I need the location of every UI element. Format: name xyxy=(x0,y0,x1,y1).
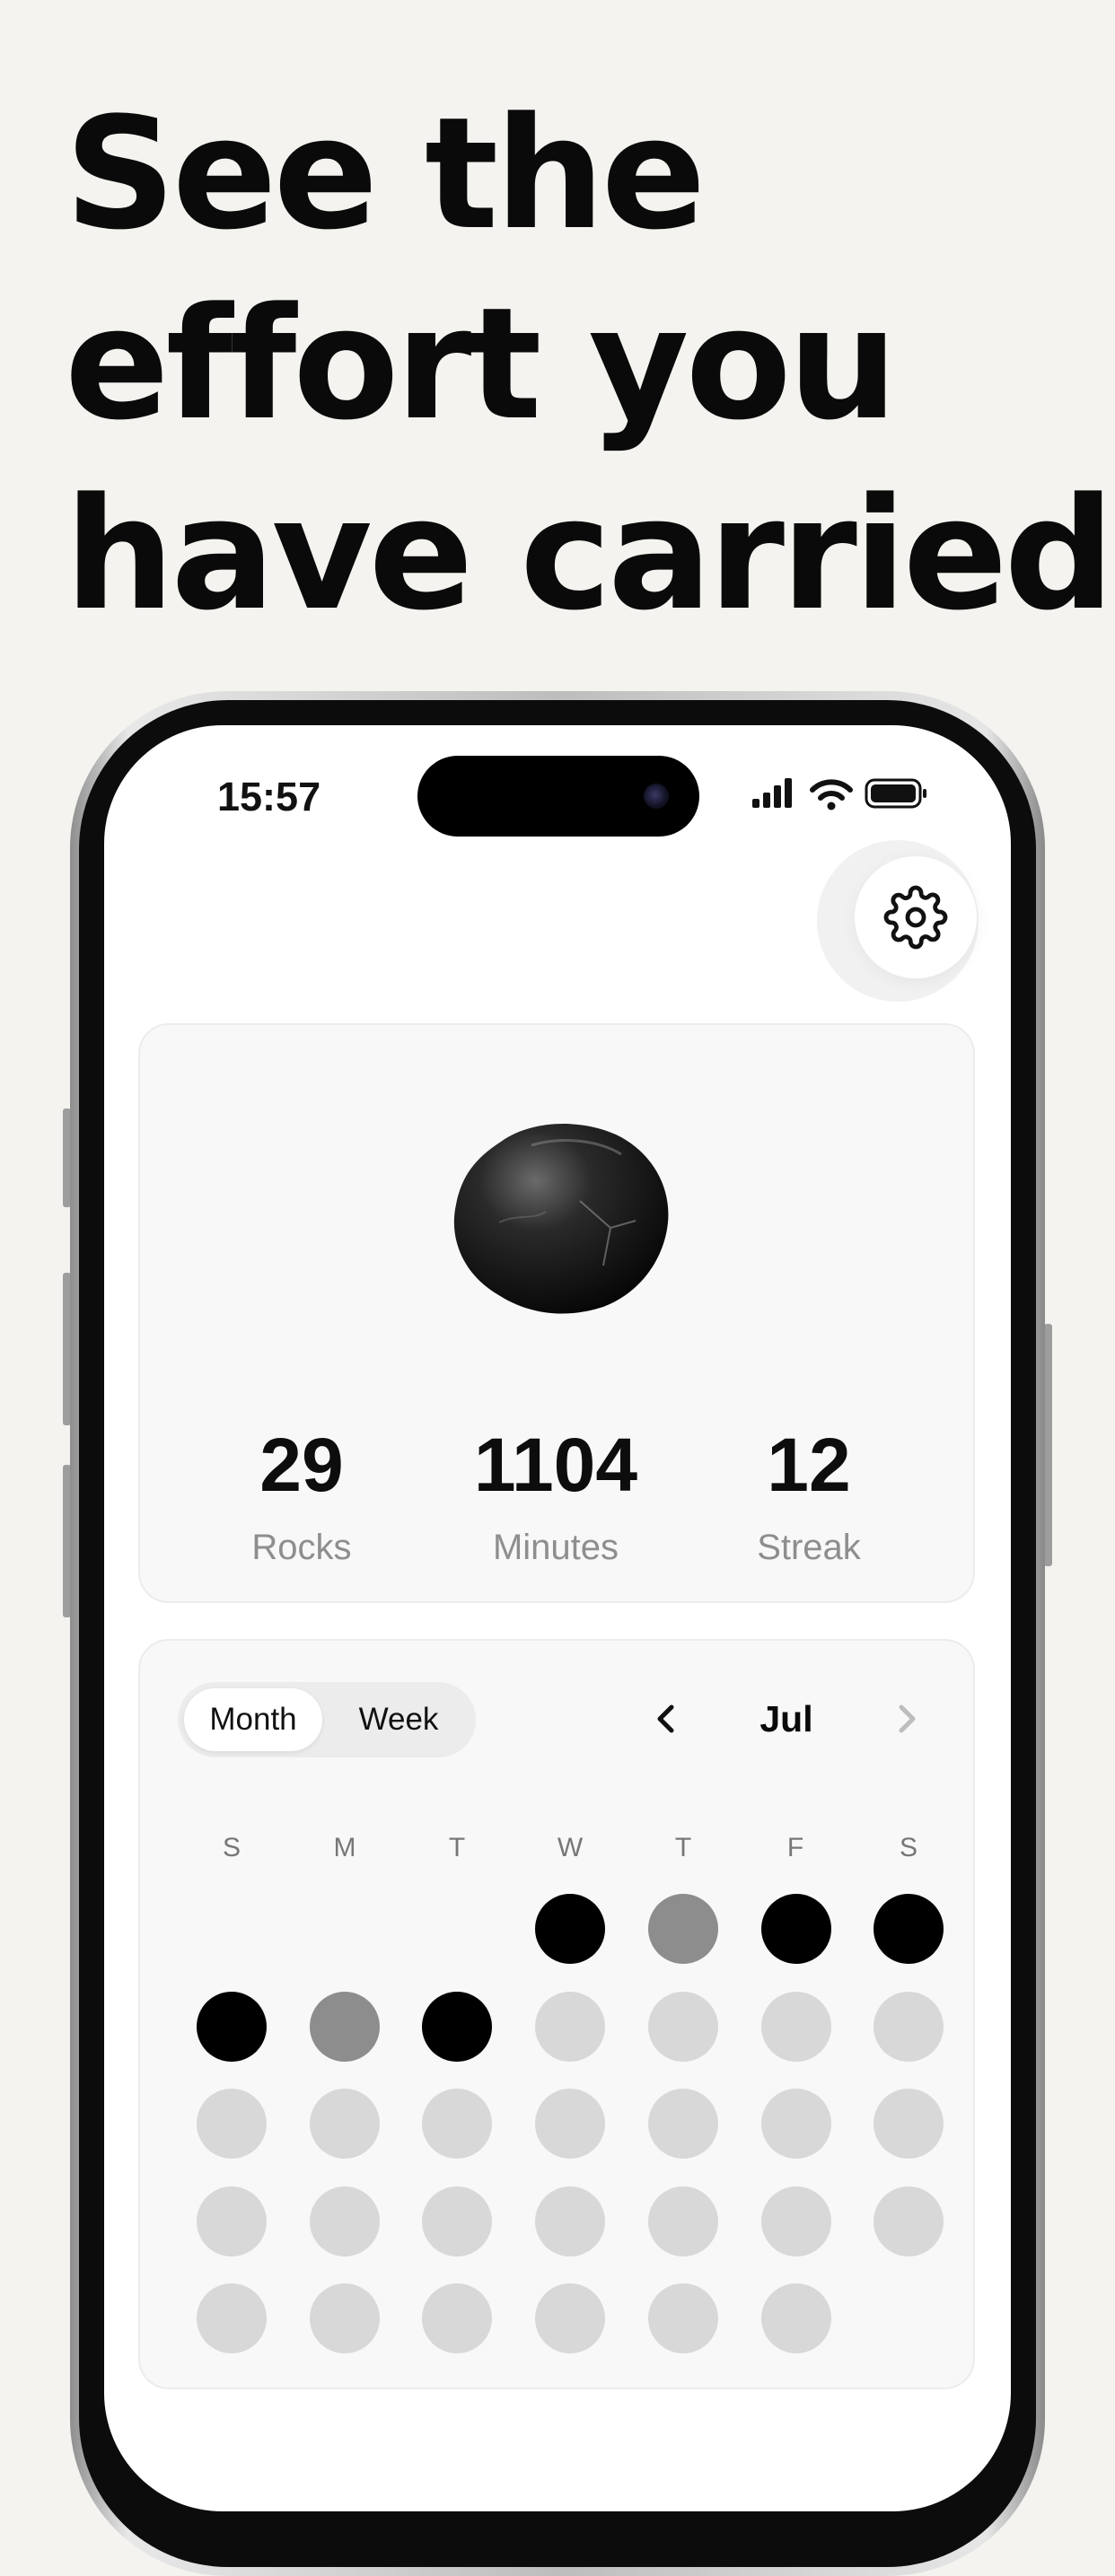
calendar-day-27[interactable] xyxy=(310,2283,380,2353)
view-toggle: Month Week xyxy=(178,1682,476,1757)
calendar-day-20[interactable] xyxy=(310,2186,380,2256)
calendar-day-29[interactable] xyxy=(535,2283,605,2353)
calendar-day-6[interactable] xyxy=(310,1992,380,2062)
calendar-day-16[interactable] xyxy=(648,2089,718,2159)
calendar-day-22[interactable] xyxy=(535,2186,605,2256)
headline-line-1: See the xyxy=(65,83,706,264)
calendar-day-17[interactable] xyxy=(761,2089,831,2159)
calendar-day-15[interactable] xyxy=(535,2089,605,2159)
month-label: Jul xyxy=(759,1698,813,1739)
calendar-day-5[interactable] xyxy=(197,1992,267,2062)
calendar-day-9[interactable] xyxy=(648,1992,718,2062)
weekday-tue: T xyxy=(448,1833,466,1862)
calendar-day-23[interactable] xyxy=(648,2186,718,2256)
wifi-icon xyxy=(810,779,853,810)
calendar-day-30[interactable] xyxy=(648,2283,718,2353)
weekday-sun: S xyxy=(222,1833,241,1862)
stat-minutes: 1104 Minutes xyxy=(430,1420,681,1568)
tab-month[interactable]: Month xyxy=(184,1688,322,1751)
dynamic-island xyxy=(417,756,699,837)
calendar-day-13[interactable] xyxy=(310,2089,380,2159)
calendar-day-8[interactable] xyxy=(535,1992,605,2062)
calendar-day-18[interactable] xyxy=(874,2089,944,2159)
rock-icon xyxy=(453,1124,669,1314)
chevron-right-icon[interactable] xyxy=(883,1696,928,1741)
gear-icon xyxy=(883,885,948,950)
weekday-wed: W xyxy=(557,1833,584,1862)
stat-minutes-label: Minutes xyxy=(492,1528,619,1567)
calendar-day-28[interactable] xyxy=(422,2283,492,2353)
stat-streak: 12 Streak xyxy=(683,1420,935,1568)
headline-line-3: have carried. xyxy=(65,464,1115,644)
calendar-day-14[interactable] xyxy=(422,2089,492,2159)
calendar-day-25[interactable] xyxy=(874,2186,944,2256)
stat-streak-value: 12 xyxy=(767,1423,851,1507)
calendar-day-26[interactable] xyxy=(197,2283,267,2353)
calendar-day-10[interactable] xyxy=(761,1992,831,2062)
stats-card: 29 Rocks 1104 Minutes 12 Streak xyxy=(138,1023,975,1603)
calendar-day-11[interactable] xyxy=(874,1992,944,2062)
status-time: 15:57 xyxy=(217,774,321,819)
calendar-day-19[interactable] xyxy=(197,2186,267,2256)
calendar-day-12[interactable] xyxy=(197,2089,267,2159)
camera-icon xyxy=(644,784,669,809)
stat-rocks-value: 29 xyxy=(259,1423,344,1507)
calendar-day-4[interactable] xyxy=(874,1894,944,1964)
calendar-day-31[interactable] xyxy=(761,2283,831,2353)
phone-power-button xyxy=(1044,1324,1052,1566)
chevron-left-icon[interactable] xyxy=(645,1696,689,1741)
battery-icon xyxy=(865,778,926,809)
weekday-sat: S xyxy=(899,1833,917,1862)
calendar-day-24[interactable] xyxy=(761,2186,831,2256)
settings-button[interactable] xyxy=(855,856,977,978)
weekday-fri: F xyxy=(786,1833,804,1862)
calendar-card: Month Week Jul S M T W T F S xyxy=(138,1639,975,2389)
stat-streak-label: Streak xyxy=(757,1528,861,1567)
calendar-day-7[interactable] xyxy=(422,1992,492,2062)
cellular-signal-icon xyxy=(752,778,792,808)
tab-week[interactable]: Week xyxy=(329,1688,469,1751)
calendar-day-2[interactable] xyxy=(648,1894,718,1964)
calendar-day-3[interactable] xyxy=(761,1894,831,1964)
calendar-day-1[interactable] xyxy=(535,1894,605,1964)
weekday-mon: M xyxy=(333,1833,356,1862)
headline: See the effort you have carried. xyxy=(65,79,1115,650)
weekday-thu: T xyxy=(674,1833,692,1862)
status-icons xyxy=(752,778,926,810)
stat-rocks: 29 Rocks xyxy=(176,1420,427,1568)
calendar-day-21[interactable] xyxy=(422,2186,492,2256)
stat-rocks-label: Rocks xyxy=(251,1528,352,1567)
headline-line-2: effort you xyxy=(65,274,898,454)
app-screen: 15:57 29 Rocks 1104 Minutes 12 Streak Mo… xyxy=(104,725,1011,2511)
stat-minutes-value: 1104 xyxy=(473,1423,638,1507)
